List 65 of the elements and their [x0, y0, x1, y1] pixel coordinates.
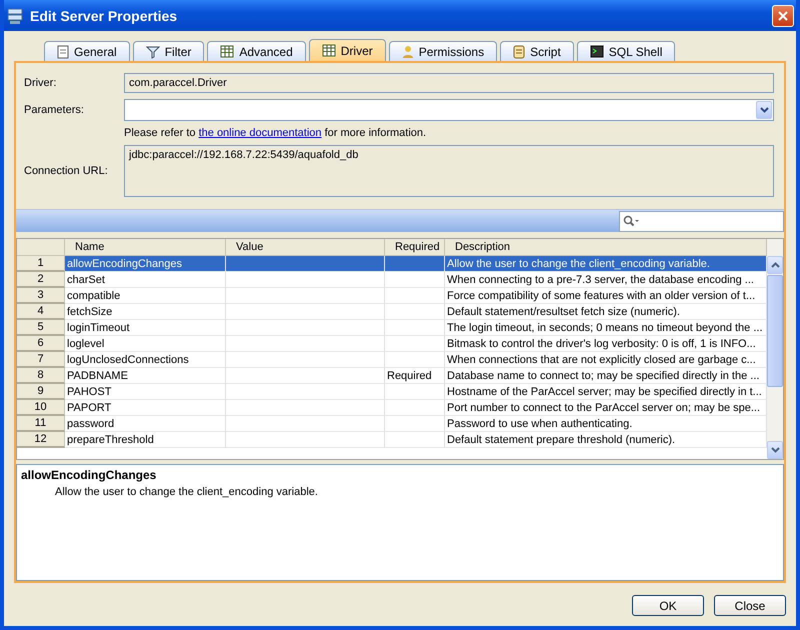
scroll-up-button[interactable] [767, 256, 783, 274]
chevron-down-icon [760, 107, 768, 113]
tab[interactable]: SQL Shell [576, 41, 676, 61]
table-row[interactable]: 9 PAHOST Hostname of the ParAccel server; may be specified directly in t... [17, 384, 767, 400]
table-row[interactable]: 10 PAPORT Port number to connect to the ParAccel server on; may be spe... [17, 400, 767, 416]
search-icon [623, 215, 639, 227]
table-cell: prepareThreshold [65, 432, 226, 448]
table-row[interactable]: 5 loginTimeout The login timeout, in seconds; 0 means no timeout beyond the ... [17, 320, 767, 336]
driver-field[interactable]: com.paraccel.Driver [124, 73, 774, 93]
scrollbar-thumb[interactable] [767, 275, 783, 387]
row-number: 1 [17, 256, 65, 272]
table-row[interactable]: 6 loglevel Bitmask to control the driver's log verbosity: 0 is off, 1 is INFO... [17, 336, 767, 352]
search-field[interactable] [619, 210, 784, 232]
document-icon [57, 44, 69, 58]
table-cell: Default statement prepare threshold (numeric). [445, 432, 767, 448]
row-number: 11 [17, 416, 65, 432]
tab[interactable]: Driver [308, 39, 386, 61]
grid-icon [220, 45, 234, 58]
tab[interactable]: Advanced [207, 41, 306, 61]
server-icon [6, 6, 24, 24]
table-row[interactable]: 3 compatible Force compatibility of some features with an older version of t... [17, 288, 767, 304]
row-number: 4 [17, 304, 65, 320]
row-number: 9 [17, 384, 65, 400]
connection-url-field[interactable]: jdbc:paraccel://192.168.7.22:5439/aquafold_db [124, 145, 774, 197]
user-icon [402, 44, 414, 58]
dropdown-button[interactable] [756, 101, 772, 119]
table-row[interactable]: 8 PADBNAME Required Database name to connect to; may be specified directly in the ... [17, 368, 767, 384]
row-number: 7 [17, 352, 65, 368]
table-row[interactable]: 7 logUnclosedConnections When connections that are not explicitly closed are garbage c... [17, 352, 767, 368]
table-row[interactable]: 11 password Password to use when authenticating. [17, 416, 767, 432]
detail-title: allowEncodingChanges [21, 468, 158, 482]
row-number: 8 [17, 368, 65, 384]
row-number: 5 [17, 320, 65, 336]
table-row[interactable]: 12 prepareThreshold Default statement prepare threshold (numeric). [17, 432, 767, 448]
row-number: 3 [17, 288, 65, 304]
table-cell [385, 432, 445, 448]
row-number: 10 [17, 400, 65, 416]
scroll-down-button[interactable] [767, 441, 783, 459]
filter-icon [146, 44, 160, 58]
tab[interactable]: Filter [132, 41, 204, 61]
tab[interactable]: Permissions [388, 41, 498, 61]
chevron-up-icon [770, 262, 780, 268]
scroll-icon [513, 44, 526, 58]
field-label: Driver: [24, 77, 58, 89]
dialog-button[interactable]: OK [632, 595, 704, 616]
chevron-down-icon [770, 447, 780, 453]
row-number: 6 [17, 336, 65, 352]
close-icon [778, 10, 788, 20]
terminal-icon [590, 45, 604, 58]
table-row[interactable]: 2 charSet When connecting to a pre-7.3 server, the database encoding ... [17, 272, 767, 288]
detail-text: Allow the user to change the client_encoding variable. [54, 486, 319, 498]
tab[interactable]: General [44, 41, 130, 61]
close-button[interactable] [772, 4, 794, 26]
dialog-button[interactable]: Close [714, 595, 786, 616]
table-row[interactable]: 4 fetchSize Default statement/resultset fetch size (numeric). [17, 304, 767, 320]
table-row[interactable]: 1 allowEncodingChanges Allow the user to change the client_encoding variable. [17, 256, 767, 272]
window-title: Edit Server Properties [30, 8, 178, 24]
help-text: Please refer to the online documentation for more information. [124, 127, 428, 139]
row-number: 12 [17, 432, 65, 448]
grid-icon [322, 44, 336, 57]
field-label: Parameters: [24, 104, 85, 116]
documentation-link[interactable]: the online documentation [198, 127, 322, 139]
tab[interactable]: Script [500, 41, 574, 61]
field-label: Connection URL: [24, 165, 109, 177]
row-number: 2 [17, 272, 65, 288]
